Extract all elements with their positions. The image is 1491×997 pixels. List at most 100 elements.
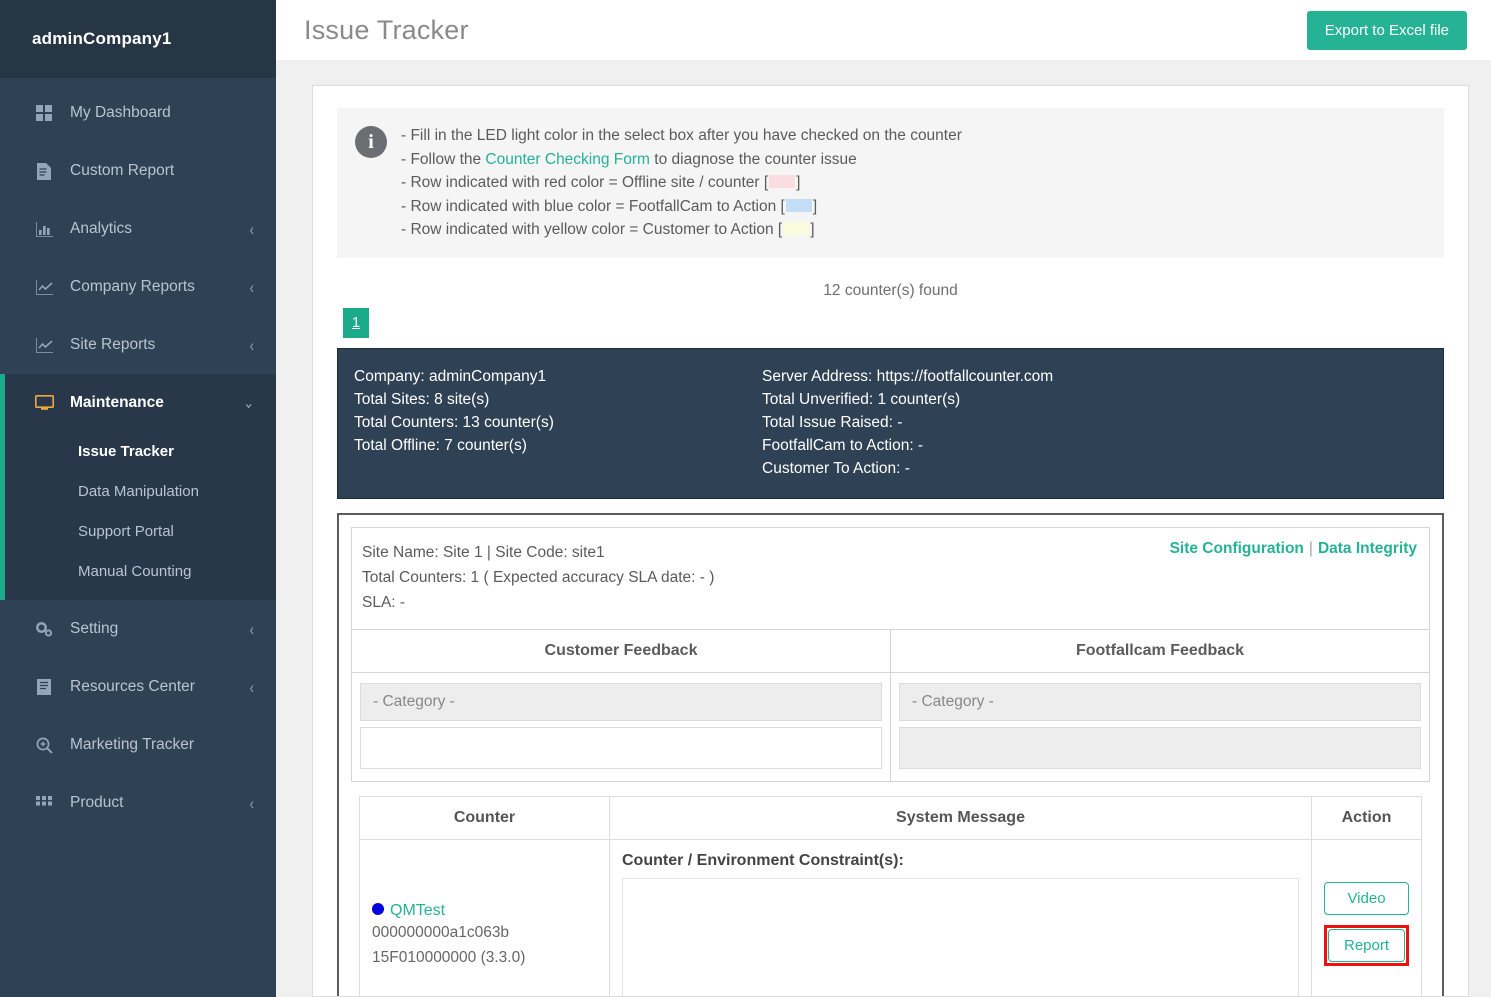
sidebar-item-resources-center[interactable]: Resources Center ‹: [0, 658, 276, 716]
sidebar-item-data-manipulation[interactable]: Data Manipulation: [5, 472, 276, 512]
page-title: Issue Tracker: [304, 14, 469, 45]
alert-line-5-post: ]: [810, 221, 815, 238]
gears-icon: [32, 621, 56, 637]
feedback-body-row: - Category - - Category -: [351, 672, 1430, 782]
sidebar: adminCompany1 My Dashboard Custom Report: [0, 0, 276, 997]
system-message-column-header: System Message: [609, 795, 1312, 840]
constraint-textarea[interactable]: [622, 877, 1299, 996]
customer-feedback-header: Customer Feedback: [351, 629, 891, 673]
sidebar-item-my-dashboard[interactable]: My Dashboard: [0, 84, 276, 142]
sidebar-item-support-portal[interactable]: Support Portal: [5, 512, 276, 552]
sidebar-item-label: Resources Center: [70, 678, 195, 695]
content-wrapper: i - Fill in the LED light color in the s…: [276, 60, 1491, 997]
footfallcam-feedback-cell: - Category -: [890, 672, 1430, 782]
alert-line-4-pre: - Row indicated with blue color = Footfa…: [401, 197, 785, 215]
counter-checking-form-link[interactable]: Counter Checking Form: [485, 151, 650, 168]
chevron-down-icon: ⌄: [243, 393, 254, 412]
summary-total-offline: Total Offline: 7 counter(s): [354, 436, 527, 454]
content-panel: i - Fill in the LED light color in the s…: [312, 85, 1469, 997]
sidebar-item-label: Site Reports: [70, 336, 156, 353]
counter-cell: QMTest 000000000a1c063b 15F010000000 (3.…: [359, 838, 610, 996]
sidebar-item-company-reports[interactable]: Company Reports ‹: [0, 258, 276, 316]
site-total-counters: Total Counters: 1 ( Expected accuracy SL…: [362, 568, 715, 586]
summary-total-issue-raised: Total Issue Raised: -: [762, 413, 903, 431]
sidebar-item-site-reports[interactable]: Site Reports ‹: [0, 316, 276, 374]
yellow-color-swatch: [783, 222, 810, 235]
line-chart-icon: [32, 337, 56, 353]
sidebar-item-maintenance[interactable]: Maintenance ⌄: [5, 374, 276, 432]
counter-table-wrapper: Counter System Message Action QMTest 000…: [351, 782, 1430, 996]
action-cell: Video Report: [1311, 838, 1422, 996]
footfallcam-category-select[interactable]: - Category -: [899, 682, 1421, 721]
sidebar-item-label: Analytics: [70, 220, 133, 237]
monitor-icon: [32, 395, 56, 411]
sidebar-item-label: Marketing Tracker: [70, 736, 195, 753]
alert-line-3-post: ]: [796, 174, 801, 191]
book-icon: [32, 679, 56, 695]
report-button[interactable]: Report: [1328, 928, 1405, 962]
alert-line-3-pre: - Row indicated with red color = Offline…: [401, 174, 769, 191]
search-plus-icon: [32, 737, 56, 754]
sidebar-item-label: Company Reports: [70, 278, 195, 295]
report-button-highlight: Report: [1324, 924, 1409, 966]
sidebar-item-label: Custom Report: [70, 162, 175, 179]
site-configuration-link[interactable]: Site Configuration: [1170, 540, 1304, 557]
line-chart-icon: [32, 279, 56, 295]
site-sla: SLA: -: [362, 593, 406, 611]
summary-total-unverified: Total Unverified: 1 counter(s): [762, 390, 961, 408]
sidebar-item-setting[interactable]: Setting ‹: [0, 600, 276, 658]
chevron-left-icon: ‹: [249, 793, 254, 813]
red-color-swatch: [769, 175, 796, 188]
footfallcam-feedback-textarea: [899, 726, 1421, 769]
info-alert: i - Fill in the LED light color in the s…: [337, 108, 1444, 258]
footfallcam-feedback-header: Footfallcam Feedback: [890, 629, 1430, 673]
chevron-left-icon: ‹: [249, 219, 254, 239]
alert-line-2: - Follow the Counter Checking Form to di…: [401, 148, 962, 172]
alert-line-4: - Row indicated with blue color = Footfa…: [401, 195, 962, 219]
video-button[interactable]: Video: [1324, 881, 1409, 915]
info-circle-icon: i: [355, 126, 387, 158]
info-alert-list: - Fill in the LED light color in the sel…: [401, 124, 962, 242]
sidebar-item-custom-report[interactable]: Custom Report: [0, 142, 276, 200]
alert-line-5-pre: - Row indicated with yellow color = Cust…: [401, 221, 783, 238]
summary-total-counters: Total Counters: 13 counter(s): [354, 413, 554, 431]
customer-feedback-textarea[interactable]: [360, 726, 882, 769]
counter-name-link[interactable]: QMTest: [390, 902, 445, 919]
sidebar-group-maintenance: Maintenance ⌄ Issue Tracker Data Manipul…: [0, 374, 276, 600]
site-links: Site Configuration | Data Integrity: [1170, 540, 1417, 558]
site-header: Site Name: Site 1 | Site Code: site1 Tot…: [351, 526, 1430, 630]
sidebar-item-marketing-tracker[interactable]: Marketing Tracker: [0, 716, 276, 774]
document-icon: [32, 162, 56, 180]
export-to-excel-button[interactable]: Export to Excel file: [1306, 10, 1467, 50]
counter-model: 15F010000000 (3.3.0): [372, 948, 526, 966]
summary-company: Company: adminCompany1: [354, 367, 547, 385]
pagination-page-1[interactable]: 1: [343, 307, 369, 338]
system-message-cell: Counter / Environment Constraint(s):: [609, 838, 1312, 996]
main-area: Issue Tracker Export to Excel file i - F…: [276, 0, 1491, 997]
feedback-table: Customer Feedback Footfallcam Feedback -…: [351, 629, 1430, 782]
pagination: 1: [337, 307, 1444, 348]
counters-found-text: 12 counter(s) found: [823, 281, 958, 299]
data-integrity-link[interactable]: Data Integrity: [1318, 540, 1417, 557]
link-separator: |: [1308, 539, 1313, 557]
dashboard-grid-icon: [32, 105, 56, 121]
counter-table: Counter System Message Action QMTest 000…: [359, 795, 1422, 996]
grid-icon: [32, 795, 56, 811]
sidebar-item-issue-tracker[interactable]: Issue Tracker: [5, 432, 276, 472]
summary-right-column: Server Address: https://footfallcounter.…: [746, 365, 1443, 480]
sidebar-item-manual-counting[interactable]: Manual Counting: [5, 552, 276, 592]
chevron-left-icon: ‹: [249, 335, 254, 355]
chevron-left-icon: ‹: [249, 277, 254, 297]
alert-line-5: - Row indicated with yellow color = Cust…: [401, 218, 962, 242]
sidebar-item-analytics[interactable]: Analytics ‹: [0, 200, 276, 258]
customer-category-select[interactable]: - Category -: [360, 682, 882, 721]
summary-total-sites: Total Sites: 8 site(s): [354, 390, 490, 408]
alert-line-4-post: ]: [812, 197, 818, 215]
bar-chart-icon: [32, 221, 56, 237]
counter-column-header: Counter: [359, 795, 610, 840]
counter-header-row: Counter System Message Action: [359, 795, 1422, 840]
site-card: Site Name: Site 1 | Site Code: site1 Tot…: [337, 512, 1444, 996]
top-bar: Issue Tracker Export to Excel file: [276, 0, 1491, 60]
summary-panel: Company: adminCompany1 Total Sites: 8 si…: [337, 347, 1444, 499]
sidebar-item-product[interactable]: Product ‹: [0, 774, 276, 832]
